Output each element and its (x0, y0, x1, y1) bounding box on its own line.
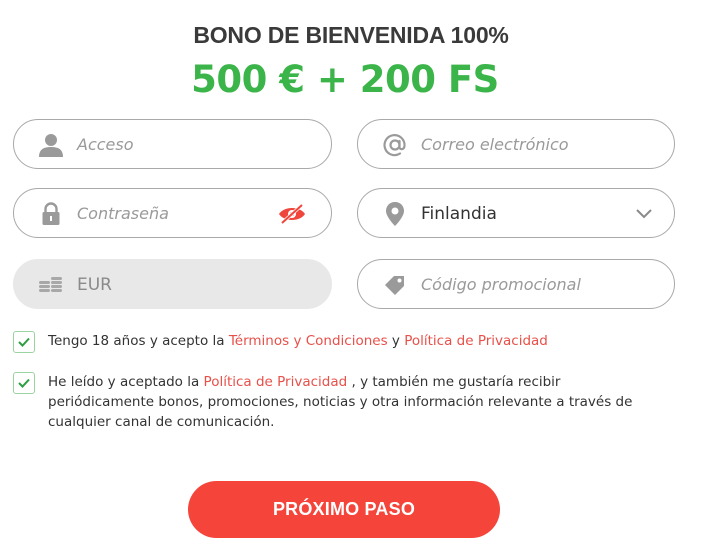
age-terms-text: Tengo 18 años y acepto la Términos y Con… (48, 331, 548, 351)
promo-placeholder: Código promocional (421, 275, 581, 294)
password-field[interactable]: Contraseña (13, 188, 332, 238)
marketing-privacy-link[interactable]: Política de Privacidad (204, 374, 348, 390)
marketing-prefix: He leído y aceptado la (48, 374, 204, 390)
age-terms-checkbox[interactable] (13, 331, 35, 353)
user-icon (38, 132, 64, 158)
chevron-down-icon[interactable] (634, 205, 654, 221)
marketing-consent: He leído y aceptado la Política de Priva… (13, 372, 632, 430)
bonus-amount: 500 € + 200 FS (191, 58, 499, 101)
coins-icon (38, 272, 64, 298)
lock-icon (38, 201, 64, 227)
country-select[interactable]: Finlandia (357, 188, 675, 238)
tag-icon (382, 272, 408, 298)
bonus-title: BONO DE BIENVENIDA 100% (193, 22, 509, 48)
location-pin-icon (382, 201, 408, 227)
country-value: Finlandia (421, 204, 497, 224)
email-field[interactable]: Correo electrónico (357, 119, 675, 169)
age-terms-prefix: Tengo 18 años y acepto la (48, 333, 229, 349)
checkmark-icon (18, 378, 30, 388)
login-field[interactable]: Acceso (13, 119, 332, 169)
email-placeholder: Correo electrónico (421, 135, 569, 154)
marketing-text: He leído y aceptado la Política de Priva… (48, 372, 658, 432)
privacy-link[interactable]: Política de Privacidad (404, 333, 548, 349)
marketing-checkbox[interactable] (13, 372, 35, 394)
currency-value: EUR (77, 275, 112, 295)
currency-field: EUR (13, 259, 332, 309)
age-terms-mid: y (387, 333, 405, 349)
password-placeholder: Contraseña (77, 204, 169, 223)
terms-link[interactable]: Términos y Condiciones (229, 333, 388, 349)
promo-code-field[interactable]: Código promocional (357, 259, 675, 309)
at-icon (382, 132, 408, 158)
age-terms-consent: Tengo 18 años y acepto la Términos y Con… (13, 331, 548, 353)
eye-slash-icon[interactable] (277, 203, 307, 225)
login-placeholder: Acceso (77, 135, 134, 154)
checkmark-icon (18, 337, 30, 347)
next-step-button[interactable]: PRÓXIMO PASO (188, 481, 500, 538)
